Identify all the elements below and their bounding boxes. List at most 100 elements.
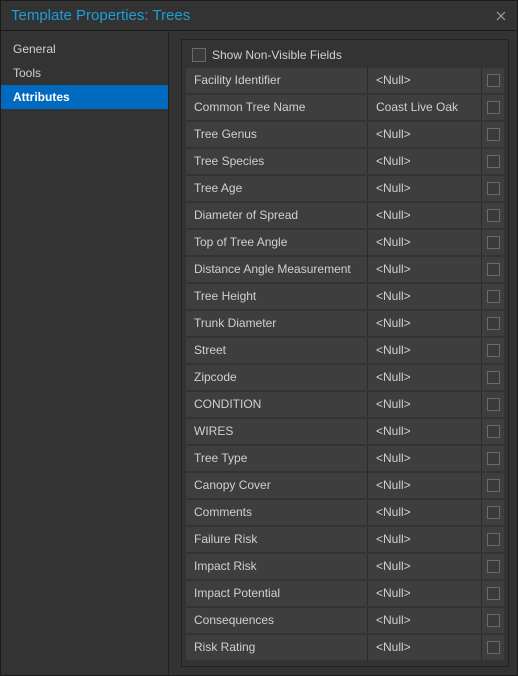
dialog-body: General Tools Attributes Show Non-Visible … bbox=[1, 31, 517, 675]
attribute-check-cell bbox=[482, 284, 504, 309]
attribute-value[interactable]: <Null> bbox=[368, 203, 482, 228]
attribute-row: Facility Identifier<Null> bbox=[186, 68, 504, 93]
attribute-check-cell bbox=[482, 257, 504, 282]
attribute-checkbox[interactable] bbox=[487, 641, 500, 654]
attribute-table: Facility Identifier<Null>Common Tree Nam… bbox=[186, 68, 504, 662]
attribute-value[interactable]: <Null> bbox=[368, 554, 482, 579]
window-title: Template Properties: Trees bbox=[11, 7, 190, 24]
attribute-label: Tree Type bbox=[186, 446, 368, 471]
sidebar-item-tools[interactable]: Tools bbox=[1, 61, 168, 85]
attribute-value[interactable]: <Null> bbox=[368, 581, 482, 606]
attribute-label: Common Tree Name bbox=[186, 95, 368, 120]
close-icon bbox=[496, 11, 506, 21]
attribute-checkbox[interactable] bbox=[487, 290, 500, 303]
attribute-row: Risk Rating<Null> bbox=[186, 635, 504, 660]
attribute-check-cell bbox=[482, 122, 504, 147]
close-button[interactable] bbox=[493, 8, 509, 24]
attribute-checkbox[interactable] bbox=[487, 560, 500, 573]
attribute-value[interactable]: <Null> bbox=[368, 230, 482, 255]
attribute-label: Trunk Diameter bbox=[186, 311, 368, 336]
titlebar: Template Properties: Trees bbox=[1, 1, 517, 31]
show-nonvisible-checkbox[interactable] bbox=[192, 48, 206, 62]
show-nonvisible-label: Show Non-Visible Fields bbox=[212, 48, 342, 62]
attribute-checkbox[interactable] bbox=[487, 236, 500, 249]
show-nonvisible-row: Show Non-Visible Fields bbox=[186, 44, 504, 68]
sidebar-item-label: General bbox=[13, 42, 56, 56]
attribute-label: Tree Genus bbox=[186, 122, 368, 147]
attribute-row: Street<Null> bbox=[186, 338, 504, 363]
attribute-checkbox[interactable] bbox=[487, 452, 500, 465]
attribute-value[interactable]: <Null> bbox=[368, 500, 482, 525]
attribute-checkbox[interactable] bbox=[487, 425, 500, 438]
attribute-value[interactable]: <Null> bbox=[368, 392, 482, 417]
attribute-label: Diameter of Spread bbox=[186, 203, 368, 228]
attribute-label: Consequences bbox=[186, 608, 368, 633]
attribute-checkbox[interactable] bbox=[487, 128, 500, 141]
attribute-row: WIRES<Null> bbox=[186, 419, 504, 444]
attribute-checkbox[interactable] bbox=[487, 182, 500, 195]
attribute-value[interactable]: <Null> bbox=[368, 608, 482, 633]
attribute-value[interactable]: <Null> bbox=[368, 176, 482, 201]
attribute-check-cell bbox=[482, 176, 504, 201]
attribute-checkbox[interactable] bbox=[487, 74, 500, 87]
attribute-label: Failure Risk bbox=[186, 527, 368, 552]
attribute-row: Impact Risk<Null> bbox=[186, 554, 504, 579]
attribute-checkbox[interactable] bbox=[487, 101, 500, 114]
attribute-check-cell bbox=[482, 473, 504, 498]
attribute-label: Risk Rating bbox=[186, 635, 368, 660]
attribute-checkbox[interactable] bbox=[487, 506, 500, 519]
attribute-row: Trunk Diameter<Null> bbox=[186, 311, 504, 336]
attribute-value[interactable]: <Null> bbox=[368, 311, 482, 336]
attribute-value[interactable]: <Null> bbox=[368, 419, 482, 444]
attribute-check-cell bbox=[482, 608, 504, 633]
attribute-value[interactable]: <Null> bbox=[368, 284, 482, 309]
attribute-value[interactable]: <Null> bbox=[368, 257, 482, 282]
attribute-checkbox[interactable] bbox=[487, 263, 500, 276]
attribute-label: Top of Tree Angle bbox=[186, 230, 368, 255]
attribute-value[interactable]: <Null> bbox=[368, 473, 482, 498]
attribute-value[interactable]: Coast Live Oak bbox=[368, 95, 482, 120]
attribute-check-cell bbox=[482, 68, 504, 93]
attribute-value[interactable]: <Null> bbox=[368, 68, 482, 93]
attribute-value[interactable]: <Null> bbox=[368, 446, 482, 471]
attribute-label: Distance Angle Measurement bbox=[186, 257, 368, 282]
attribute-value[interactable]: <Null> bbox=[368, 122, 482, 147]
attribute-checkbox[interactable] bbox=[487, 209, 500, 222]
attribute-label: Comments bbox=[186, 500, 368, 525]
attribute-check-cell bbox=[482, 338, 504, 363]
sidebar-item-label: Tools bbox=[13, 66, 41, 80]
attribute-row: Tree Height<Null> bbox=[186, 284, 504, 309]
attribute-checkbox[interactable] bbox=[487, 479, 500, 492]
attribute-value[interactable]: <Null> bbox=[368, 635, 482, 660]
attribute-row: Impact Potential<Null> bbox=[186, 581, 504, 606]
attribute-checkbox[interactable] bbox=[487, 155, 500, 168]
attribute-check-cell bbox=[482, 95, 504, 120]
sidebar-item-general[interactable]: General bbox=[1, 37, 168, 61]
main-panel: Show Non-Visible Fields Facility Identif… bbox=[169, 31, 517, 675]
attribute-checkbox[interactable] bbox=[487, 371, 500, 384]
attribute-checkbox[interactable] bbox=[487, 587, 500, 600]
attribute-value[interactable]: <Null> bbox=[368, 527, 482, 552]
attribute-checkbox[interactable] bbox=[487, 614, 500, 627]
attribute-label: CONDITION bbox=[186, 392, 368, 417]
attribute-check-cell bbox=[482, 635, 504, 660]
attribute-check-cell bbox=[482, 527, 504, 552]
attribute-checkbox[interactable] bbox=[487, 344, 500, 357]
attribute-row: Consequences<Null> bbox=[186, 608, 504, 633]
attribute-check-cell bbox=[482, 500, 504, 525]
sidebar-item-label: Attributes bbox=[13, 90, 70, 104]
attribute-checkbox[interactable] bbox=[487, 317, 500, 330]
attribute-label: Street bbox=[186, 338, 368, 363]
attribute-value[interactable]: <Null> bbox=[368, 149, 482, 174]
attribute-check-cell bbox=[482, 203, 504, 228]
attribute-row: Zipcode<Null> bbox=[186, 365, 504, 390]
attribute-label: Tree Age bbox=[186, 176, 368, 201]
attribute-value[interactable]: <Null> bbox=[368, 365, 482, 390]
sidebar-item-attributes[interactable]: Attributes bbox=[1, 85, 168, 109]
attribute-checkbox[interactable] bbox=[487, 398, 500, 411]
attribute-checkbox[interactable] bbox=[487, 533, 500, 546]
attribute-value[interactable]: <Null> bbox=[368, 338, 482, 363]
attribute-row: Tree Type<Null> bbox=[186, 446, 504, 471]
attribute-check-cell bbox=[482, 554, 504, 579]
attribute-label: Zipcode bbox=[186, 365, 368, 390]
